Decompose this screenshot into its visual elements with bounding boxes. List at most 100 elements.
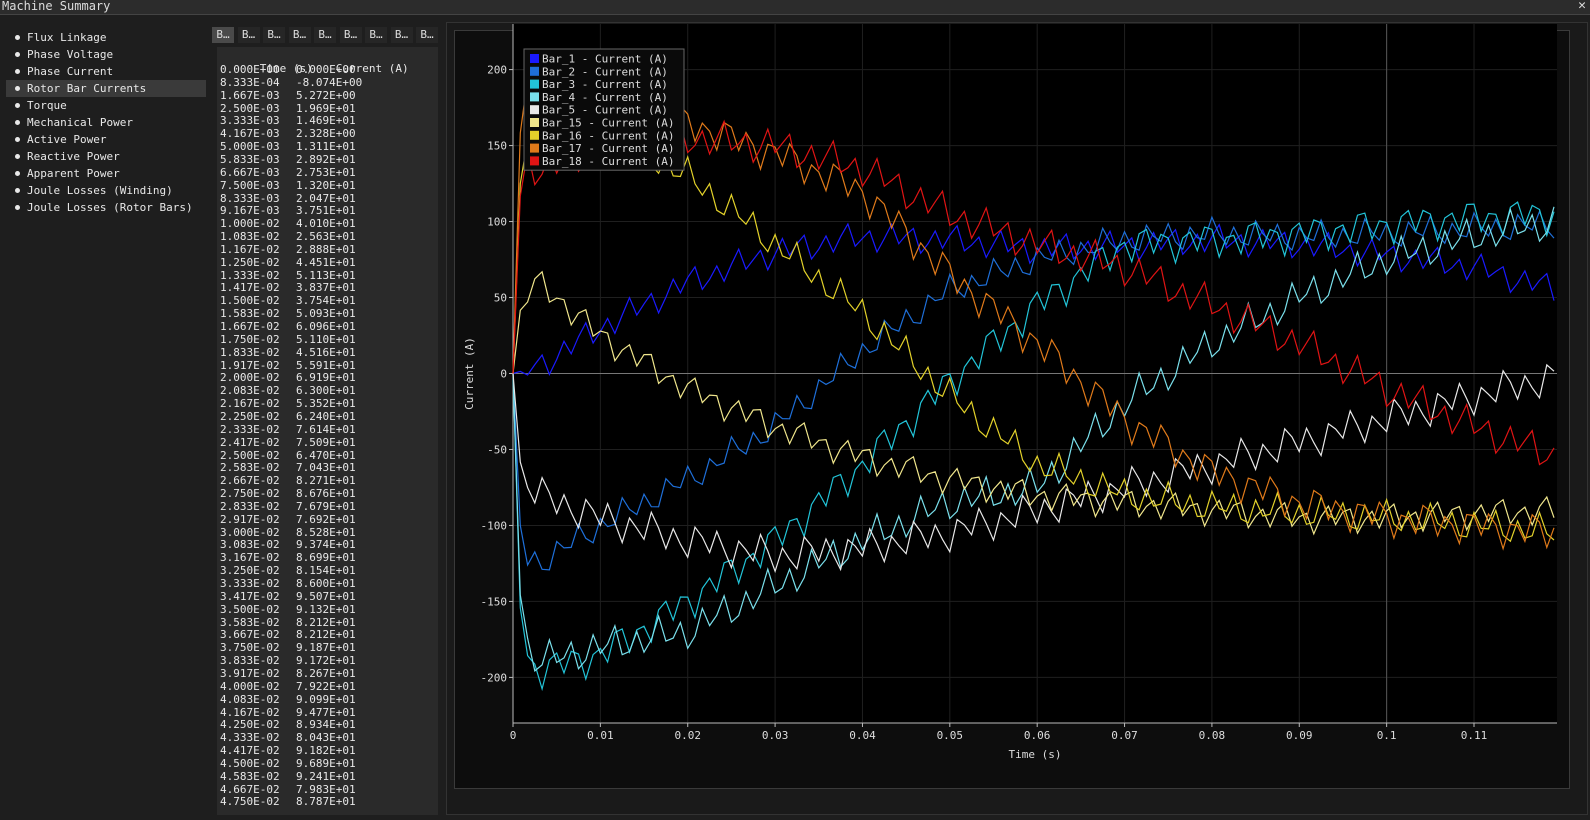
table-row: 3.917E-02 8.267E+01 (220, 667, 356, 680)
cell-time: 1.917E-02 (220, 358, 280, 372)
cell-current: 9.182E+01 (296, 744, 356, 758)
cell-time: 2.583E-02 (220, 461, 280, 475)
x-tick-label: 0 (510, 729, 517, 742)
y-tick-label: -200 (481, 671, 508, 684)
table-row: 2.250E-02 6.240E+01 (220, 410, 356, 423)
cell-time: 1.333E-02 (220, 268, 280, 282)
tab-bar-5[interactable]: B… (314, 27, 336, 43)
table-row: 1.083E-02 2.563E+01 (220, 230, 356, 243)
table-row: 3.333E-03 1.469E+01 (220, 114, 356, 127)
menu-item[interactable]: Reactive Power (6, 148, 206, 165)
table-row: 4.583E-02 9.241E+01 (220, 770, 356, 783)
current-chart[interactable]: 0 0.01 0.02 0.03 0.04 0.05 0.06 0.07 0.08 0.09 0.1… (455, 16, 1567, 771)
cell-current: 7.922E+01 (296, 679, 356, 693)
tab-bar-1[interactable]: B… (212, 27, 234, 43)
tab-bar-9[interactable]: B… (416, 27, 438, 43)
cell-current: 9.187E+01 (296, 641, 356, 655)
tab-bar-8[interactable]: B… (390, 27, 413, 43)
cell-time: 3.667E-02 (220, 628, 280, 642)
x-tick-label: 0.04 (849, 729, 876, 742)
tab-bar-7[interactable]: B… (365, 27, 387, 43)
x-tick-label: 0.08 (1199, 729, 1226, 742)
menu-item[interactable]: Apparent Power (6, 165, 206, 182)
cell-current: 5.352E+01 (296, 397, 356, 411)
bullet-icon (15, 35, 20, 40)
cell-current: 8.934E+01 (296, 718, 356, 732)
menu-item[interactable]: Phase Voltage (6, 46, 206, 63)
table-row: 3.500E-02 9.132E+01 (220, 603, 356, 616)
cell-current: 1.969E+01 (296, 101, 356, 115)
cell-time: 3.083E-02 (220, 538, 280, 552)
menu-item[interactable]: Joule Losses (Winding) (6, 182, 206, 199)
cell-time: 8.333E-03 (220, 191, 280, 205)
menu-item[interactable]: Torque (6, 97, 206, 114)
table-row: 3.833E-02 9.172E+01 (220, 654, 356, 667)
cell-current: 6.470E+01 (296, 448, 356, 462)
cell-current: 8.271E+01 (296, 474, 356, 488)
tab-bar-6[interactable]: B… (339, 27, 362, 43)
table-header: Time (s) Current (A) (220, 49, 409, 75)
cell-time: 2.500E-03 (220, 101, 280, 115)
cell-time: 1.167E-02 (220, 242, 280, 256)
menu-item[interactable]: Flux Linkage (6, 29, 206, 46)
table-row: 1.833E-02 4.516E+01 (220, 346, 356, 359)
bullet-icon (15, 52, 20, 57)
cell-current: 6.919E+01 (296, 371, 356, 385)
cell-time: 2.083E-02 (220, 384, 280, 398)
cell-current: 9.374E+01 (296, 538, 356, 552)
menu-item[interactable]: Active Power (6, 131, 206, 148)
cell-current: 7.043E+01 (296, 461, 356, 475)
cell-current: 5.093E+01 (296, 307, 356, 321)
cell-time: 9.167E-03 (220, 204, 280, 218)
table-row: 2.000E-02 6.919E+01 (220, 371, 356, 384)
cell-current: 1.469E+01 (296, 114, 356, 128)
bullet-icon (15, 154, 20, 159)
menu-item[interactable]: Joule Losses (Rotor Bars) (6, 199, 206, 216)
cell-time: 3.417E-02 (220, 589, 280, 603)
legend-swatch (530, 130, 539, 140)
table-row: 1.667E-02 6.096E+01 (220, 320, 356, 333)
cell-current: 2.892E+01 (296, 152, 356, 166)
table-row: 1.417E-02 3.837E+01 (220, 281, 356, 294)
cell-time: 4.167E-03 (220, 127, 280, 141)
data-table[interactable]: Time (s) Current (A) 0.000E+00 0.000E+00 8.… (217, 47, 438, 815)
cell-current: 8.676E+01 (296, 487, 356, 501)
cell-time: 1.833E-02 (220, 345, 280, 359)
table-row: 4.667E-02 7.983E+01 (220, 783, 356, 796)
y-axis-label: Current (A) (463, 337, 476, 410)
tab-bar-2[interactable]: B… (237, 27, 260, 43)
tab-bar-3[interactable]: B… (263, 27, 285, 43)
cell-current: 2.047E+01 (296, 191, 356, 205)
cell-current: 6.240E+01 (296, 409, 356, 423)
cell-current: 7.692E+01 (296, 512, 356, 526)
table-row: 4.167E-02 9.477E+01 (220, 706, 356, 719)
table-row: 4.750E-02 8.787E+01 (220, 795, 356, 808)
table-row: 0.000E+00 0.000E+00 (220, 63, 356, 76)
table-row: 2.417E-02 7.509E+01 (220, 436, 356, 449)
menu-item[interactable]: Rotor Bar Currents (6, 80, 206, 97)
y-tick-label: 100 (487, 216, 507, 229)
table-row: 4.083E-02 9.099E+01 (220, 693, 356, 706)
cell-current: 7.983E+01 (296, 782, 356, 796)
x-tick-label: 0.07 (1111, 729, 1138, 742)
table-row: 3.167E-02 8.699E+01 (220, 551, 356, 564)
menu-item[interactable]: Phase Current (6, 63, 206, 80)
cell-current: 9.689E+01 (296, 756, 356, 770)
cell-current: 8.600E+01 (296, 577, 356, 590)
cell-current: 5.591E+01 (296, 358, 356, 372)
legend-swatch (530, 66, 539, 76)
close-icon[interactable]: ✕ (1578, 0, 1586, 13)
menu-item-label: Phase Current (27, 65, 114, 78)
tab-bar-4[interactable]: B… (288, 27, 311, 43)
cell-current: 9.477E+01 (296, 705, 356, 719)
table-row: 2.750E-02 8.676E+01 (220, 487, 356, 500)
cell-time: 6.667E-03 (220, 165, 280, 179)
table-row: 4.250E-02 8.934E+01 (220, 718, 356, 731)
cell-current: 1.311E+01 (296, 140, 356, 154)
cell-current: 8.528E+01 (296, 525, 356, 539)
menu-item[interactable]: Mechanical Power (6, 114, 206, 131)
cell-current: 8.787E+01 (296, 795, 356, 809)
cell-time: 3.167E-02 (220, 551, 280, 565)
menu-item-label: Reactive Power (27, 150, 120, 163)
table-row: 3.083E-02 9.374E+01 (220, 538, 356, 551)
